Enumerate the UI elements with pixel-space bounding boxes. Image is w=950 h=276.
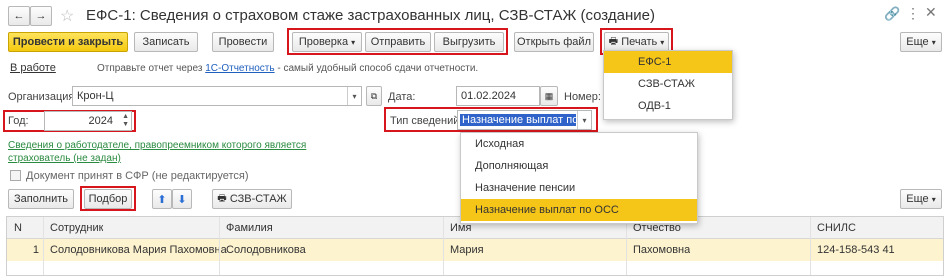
cell-name: Мария	[450, 244, 484, 256]
cell-snils: 124-158-543 41	[817, 244, 895, 256]
employees-table: N Сотрудник Фамилия Имя Отчество СНИЛС 1…	[6, 216, 944, 276]
table-more-button[interactable]: Еще ▾	[900, 189, 942, 209]
print-menu: ЕФС-1 СЗВ-СТАЖ ОДВ-1	[603, 50, 733, 120]
cell-number: 1	[32, 244, 39, 256]
divider	[626, 217, 627, 275]
print-menu-item[interactable]: ЕФС-1	[604, 51, 732, 73]
send-button[interactable]: Отправить	[365, 32, 431, 52]
table-row[interactable]: 1 Солодовникова Мария Пахомовна Солодовн…	[7, 239, 943, 261]
info-type-option[interactable]: Назначение пенсии	[461, 177, 697, 199]
printer-icon: 🖶	[608, 35, 619, 47]
post-and-close-button[interactable]: Провести и закрыть	[8, 32, 128, 52]
status-hint: Отправьте отчет через 1С-Отчетность - са…	[97, 63, 479, 74]
divider	[219, 217, 220, 275]
post-button[interactable]: Провести	[212, 32, 274, 52]
chevron-down-icon: ▾	[351, 37, 356, 47]
stepper-icon[interactable]: ▲ ▼	[122, 113, 129, 129]
info-type-option[interactable]: Исходная	[461, 133, 697, 155]
save-button[interactable]: Записать	[134, 32, 198, 52]
open-icon[interactable]: ⧉	[366, 86, 382, 106]
org-field[interactable]: Крон-Ц ▾	[72, 86, 362, 106]
check-button[interactable]: Проверка ▾	[292, 32, 362, 52]
szv-print-button[interactable]: 🖶 СЗВ-СТАЖ	[212, 189, 292, 209]
print-button[interactable]: 🖶 Печать ▾	[604, 32, 669, 52]
fill-button[interactable]: Заполнить	[8, 189, 74, 209]
date-field[interactable]: 01.02.2024	[456, 86, 540, 106]
forward-button[interactable]: →	[30, 6, 52, 26]
chevron-down-icon: ▾	[931, 37, 936, 47]
calendar-icon[interactable]: ▦	[540, 86, 558, 106]
otchetnost-link[interactable]: 1С-Отчетность	[205, 63, 274, 74]
status-link[interactable]: В работе	[10, 62, 56, 74]
upload-button[interactable]: Выгрузить	[434, 32, 504, 52]
info-type-option[interactable]: Дополняющая	[461, 155, 697, 177]
star-icon[interactable]: ☆	[60, 6, 74, 26]
arrow-right-icon: →	[35, 10, 47, 22]
info-type-menu: Исходная Дополняющая Назначение пенсии Н…	[460, 132, 698, 224]
col-header[interactable]: Фамилия	[226, 222, 273, 234]
print-menu-item[interactable]: СЗВ-СТАЖ	[604, 73, 732, 95]
cell-surname: Солодовникова	[226, 244, 306, 256]
year-label: Год:	[8, 115, 29, 127]
chevron-down-icon[interactable]: ▾	[347, 87, 361, 105]
window-title: ЕФС-1: Сведения о страховом стаже застра…	[86, 7, 655, 24]
chevron-down-icon: ▾	[931, 194, 936, 204]
col-header[interactable]: Сотрудник	[50, 222, 103, 234]
divider	[443, 217, 444, 275]
col-header[interactable]: СНИЛС	[817, 222, 856, 234]
divider	[810, 217, 811, 275]
chevron-down-icon[interactable]: ▾	[577, 111, 591, 129]
info-type-option[interactable]: Назначение выплат по ОСС	[461, 199, 697, 221]
arrow-down-icon[interactable]: ⬇	[172, 189, 192, 209]
print-menu-item[interactable]: ОДВ-1	[604, 95, 732, 117]
cell-employee: Солодовникова Мария Пахомовна	[50, 244, 227, 256]
accepted-checkbox[interactable]	[10, 170, 21, 181]
divider	[43, 217, 44, 275]
cell-patronymic: Пахомовна	[633, 244, 691, 256]
arrow-up-icon[interactable]: ⬆	[152, 189, 172, 209]
date-label: Дата:	[388, 91, 416, 103]
more-button[interactable]: Еще ▾	[900, 32, 942, 52]
org-label: Организация:	[8, 91, 78, 103]
info-type-field[interactable]: Назначение выплат по ОСС ▾	[457, 110, 592, 130]
pick-button[interactable]: Подбор	[84, 189, 132, 209]
number-label: Номер:	[564, 91, 601, 103]
successor-link[interactable]: Сведения о работодателе, правопреемником…	[8, 139, 313, 165]
arrow-left-icon: ←	[13, 10, 25, 22]
year-field[interactable]: 2024 ▲ ▼	[44, 111, 132, 131]
accepted-label: Документ принят в СФР (не редактируется)	[26, 170, 249, 182]
printer-icon: 🖶	[217, 192, 227, 204]
link-icon[interactable]: 🔗	[884, 6, 900, 22]
back-button[interactable]: ←	[8, 6, 30, 26]
info-type-label: Тип сведений:	[390, 115, 463, 127]
col-header[interactable]: N	[14, 222, 22, 234]
open-file-button[interactable]: Открыть файл	[514, 32, 594, 52]
chevron-down-icon: ▾	[660, 37, 665, 47]
close-icon[interactable]: ✕	[925, 4, 937, 21]
more-vertical-icon[interactable]: ⋮	[906, 5, 920, 22]
